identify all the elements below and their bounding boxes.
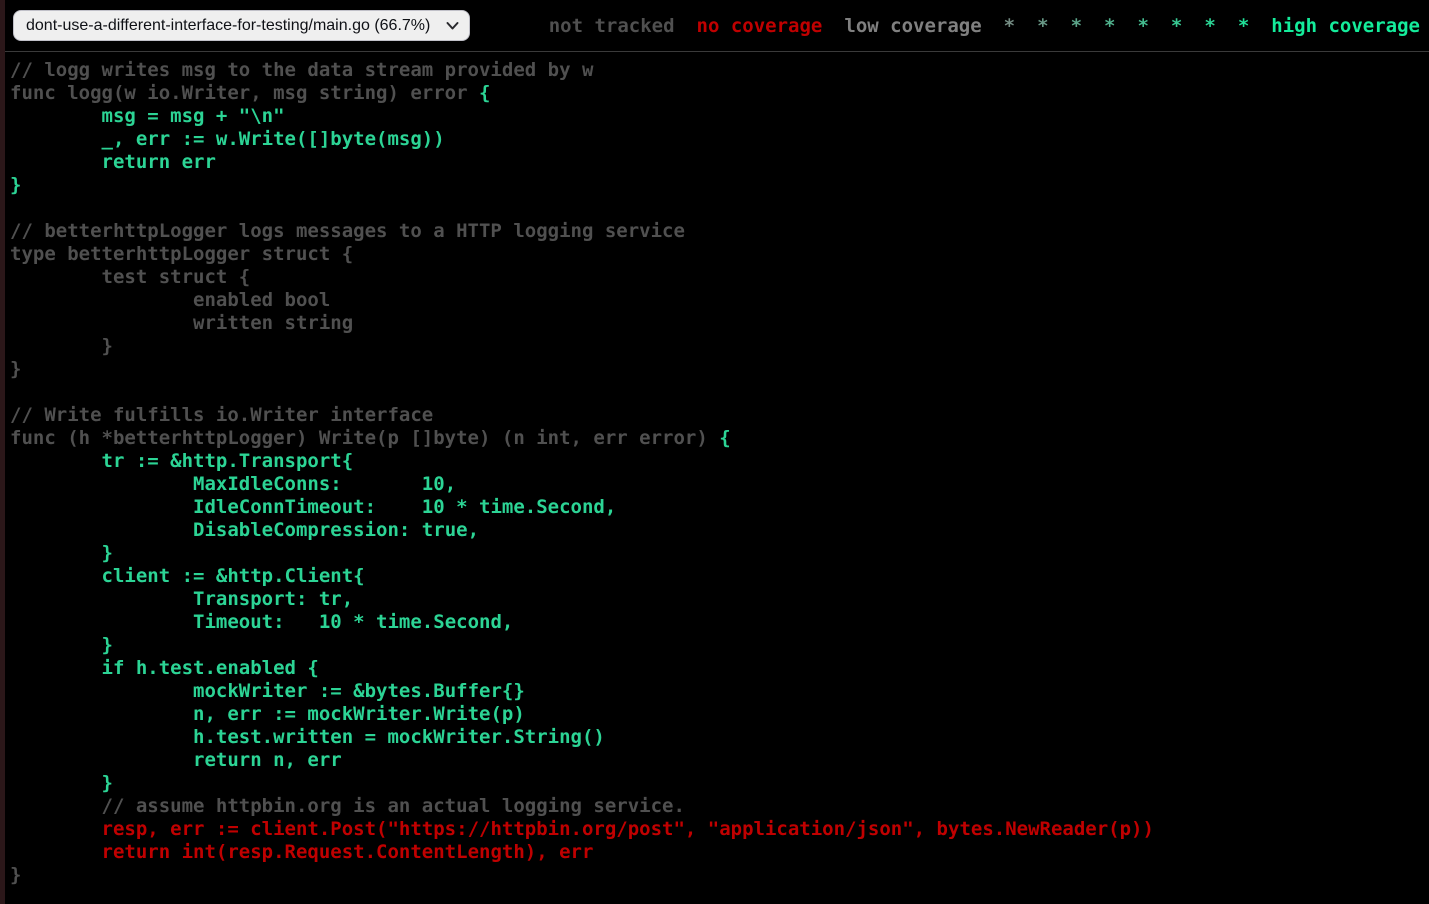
legend-item-cov8: * (1204, 15, 1215, 37)
window-edge (0, 0, 5, 904)
code-segment: // Write fulfills io.Writer interface (10, 404, 433, 426)
code-segment: func (h *betterhttpLogger) Write(p []byt… (10, 427, 719, 449)
code-segment: tr := &http.Transport{ (10, 450, 353, 472)
code-line: } (10, 358, 1429, 381)
legend-item-cov0: no coverage (697, 15, 823, 37)
legend-item-cov10: high coverage (1271, 15, 1420, 37)
legend-item-cov7: * (1171, 15, 1182, 37)
code-line: } (10, 864, 1429, 887)
code-line: } (10, 772, 1429, 795)
code-line: // betterhttpLogger logs messages to a H… (10, 220, 1429, 243)
code-segment: return int(resp.Request.ContentLength), … (10, 841, 593, 863)
legend-item-cov6: * (1137, 15, 1148, 37)
code-segment: // assume httpbin.org is an actual loggi… (10, 795, 685, 817)
code-line: tr := &http.Transport{ (10, 450, 1429, 473)
legend-item-cov1: low coverage (844, 15, 981, 37)
legend-item-cov4: * (1071, 15, 1082, 37)
code-segment: // logg writes msg to the data stream pr… (10, 59, 593, 81)
legend-item-cov5: * (1104, 15, 1115, 37)
file-select[interactable]: dont-use-a-different-interface-for-testi… (13, 10, 470, 41)
legend-item-cov2: * (1004, 15, 1015, 37)
code-segment: } (10, 772, 113, 794)
code-segment: } (10, 174, 21, 196)
code-segment: msg = msg + "\n" (10, 105, 285, 127)
code-segment: return n, err (10, 749, 342, 771)
code-segment: } (10, 864, 21, 886)
code-segment: Timeout: 10 * time.Second, (10, 611, 513, 633)
topbar: dont-use-a-different-interface-for-testi… (0, 0, 1429, 52)
code-segment: mockWriter := &bytes.Buffer{} (10, 680, 525, 702)
code-line: } (10, 542, 1429, 565)
code-line: return int(resp.Request.ContentLength), … (10, 841, 1429, 864)
code-line: if h.test.enabled { (10, 657, 1429, 680)
code-line: Transport: tr, (10, 588, 1429, 611)
code-segment: { (479, 82, 490, 104)
code-line: resp, err := client.Post("https://httpbi… (10, 818, 1429, 841)
code-line: DisableCompression: true, (10, 519, 1429, 542)
code-line: Timeout: 10 * time.Second, (10, 611, 1429, 634)
code-segment: _, err := w.Write([]byte(msg)) (10, 128, 445, 150)
code-segment: client := &http.Client{ (10, 565, 365, 587)
legend-item-cov3: * (1037, 15, 1048, 37)
code-line: h.test.written = mockWriter.String() (10, 726, 1429, 749)
code-segment: MaxIdleConns: 10, (10, 473, 456, 495)
code-segment: resp, err := client.Post("https://httpbi… (10, 818, 1154, 840)
coverage-legend: not tracked no coverage low coverage * * * * * *… (538, 15, 1423, 37)
code-line: n, err := mockWriter.Write(p) (10, 703, 1429, 726)
code-line: return err (10, 151, 1429, 174)
code-line: // logg writes msg to the data stream pr… (10, 59, 1429, 82)
code-line: func (h *betterhttpLogger) Write(p []byt… (10, 427, 1429, 450)
file-select-wrap: dont-use-a-different-interface-for-testi… (13, 10, 470, 41)
code-line: MaxIdleConns: 10, (10, 473, 1429, 496)
code-line: msg = msg + "\n" (10, 105, 1429, 128)
code-line: enabled bool (10, 289, 1429, 312)
code-segment: IdleConnTimeout: 10 * time.Second, (10, 496, 616, 518)
code-segment: DisableCompression: true, (10, 519, 479, 541)
code-line: mockWriter := &bytes.Buffer{} (10, 680, 1429, 703)
code-segment: return err (10, 151, 216, 173)
legend-item-unt: not tracked (549, 15, 675, 37)
code-line (10, 381, 1429, 404)
code-segment: if h.test.enabled { (10, 657, 319, 679)
code-line: IdleConnTimeout: 10 * time.Second, (10, 496, 1429, 519)
code-line: return n, err (10, 749, 1429, 772)
code-segment: test struct { (10, 266, 250, 288)
code-segment: func logg(w io.Writer, msg string) error (10, 82, 479, 104)
source-code: // logg writes msg to the data stream pr… (0, 52, 1429, 904)
code-segment: } (10, 335, 113, 357)
code-segment: { (719, 427, 730, 449)
code-segment: n, err := mockWriter.Write(p) (10, 703, 525, 725)
code-line: } (10, 634, 1429, 657)
code-segment: } (10, 358, 21, 380)
code-line: } (10, 174, 1429, 197)
code-segment: written string (10, 312, 353, 334)
legend-item-cov9: * (1238, 15, 1249, 37)
code-segment: } (10, 542, 113, 564)
code-line: _, err := w.Write([]byte(msg)) (10, 128, 1429, 151)
code-segment: h.test.written = mockWriter.String() (10, 726, 605, 748)
code-line: test struct { (10, 266, 1429, 289)
code-segment: type betterhttpLogger struct { (10, 243, 353, 265)
code-line: // assume httpbin.org is an actual loggi… (10, 795, 1429, 818)
code-line: func logg(w io.Writer, msg string) error… (10, 82, 1429, 105)
code-line: // Write fulfills io.Writer interface (10, 404, 1429, 427)
code-line: } (10, 335, 1429, 358)
code-segment: enabled bool (10, 289, 330, 311)
code-line: type betterhttpLogger struct { (10, 243, 1429, 266)
code-line: written string (10, 312, 1429, 335)
code-segment: } (10, 634, 113, 656)
code-segment: // betterhttpLogger logs messages to a H… (10, 220, 685, 242)
code-line (10, 197, 1429, 220)
code-line: client := &http.Client{ (10, 565, 1429, 588)
code-segment: Transport: tr, (10, 588, 353, 610)
